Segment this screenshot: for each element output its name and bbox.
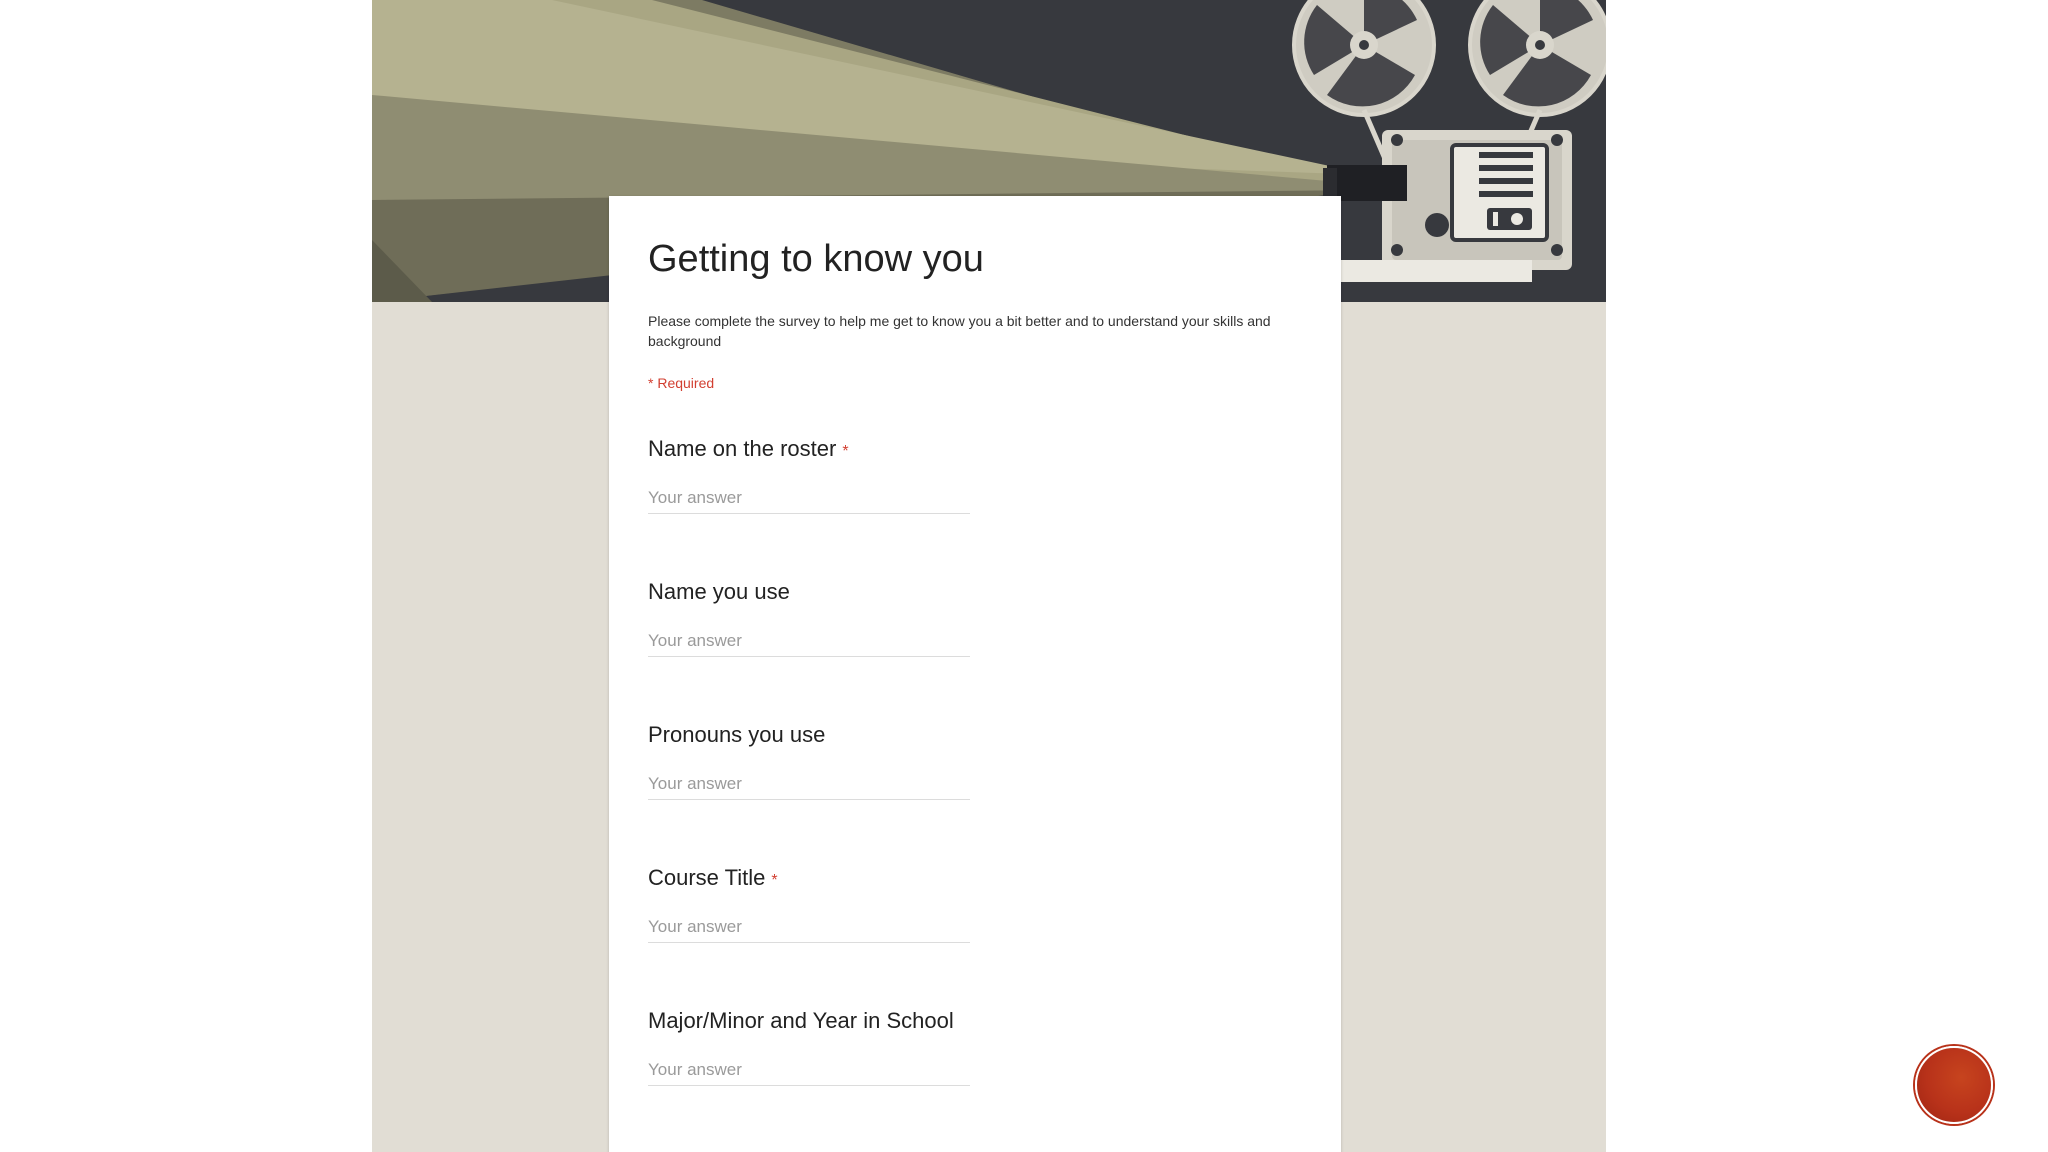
answer-input-course-title[interactable]: [648, 917, 970, 943]
question-name-on-roster: Name on the roster *: [648, 436, 1308, 514]
question-label: Name you use: [648, 579, 790, 604]
question-course-title: Course Title *: [648, 865, 1308, 943]
required-note: * Required: [648, 375, 715, 391]
question-pronouns: Pronouns you use: [648, 722, 1308, 800]
question-label: Pronouns you use: [648, 722, 826, 747]
answer-input-name-on-roster[interactable]: [648, 488, 970, 514]
answer-input-name-you-use[interactable]: [648, 631, 970, 657]
answer-input-pronouns[interactable]: [648, 774, 970, 800]
presentation-slide: Getting to know you Please complete the …: [0, 0, 2048, 1152]
answer-input-major-minor-year[interactable]: [648, 1060, 970, 1086]
form-title: Getting to know you: [648, 238, 984, 280]
question-label: Course Title: [648, 865, 766, 890]
red-circle-logo: [1915, 1046, 1993, 1124]
required-asterisk: *: [842, 443, 849, 460]
form-description: Please complete the survey to help me ge…: [648, 313, 1271, 349]
question-major-minor-year: Major/Minor and Year in School: [648, 1008, 1308, 1086]
question-label: Major/Minor and Year in School: [648, 1008, 954, 1033]
question-label: Name on the roster: [648, 436, 837, 461]
form-screenshot: Getting to know you Please complete the …: [372, 0, 1606, 1152]
form-card: Getting to know you Please complete the …: [609, 196, 1341, 1152]
question-name-you-use: Name you use: [648, 579, 1308, 657]
required-asterisk: *: [771, 872, 778, 889]
